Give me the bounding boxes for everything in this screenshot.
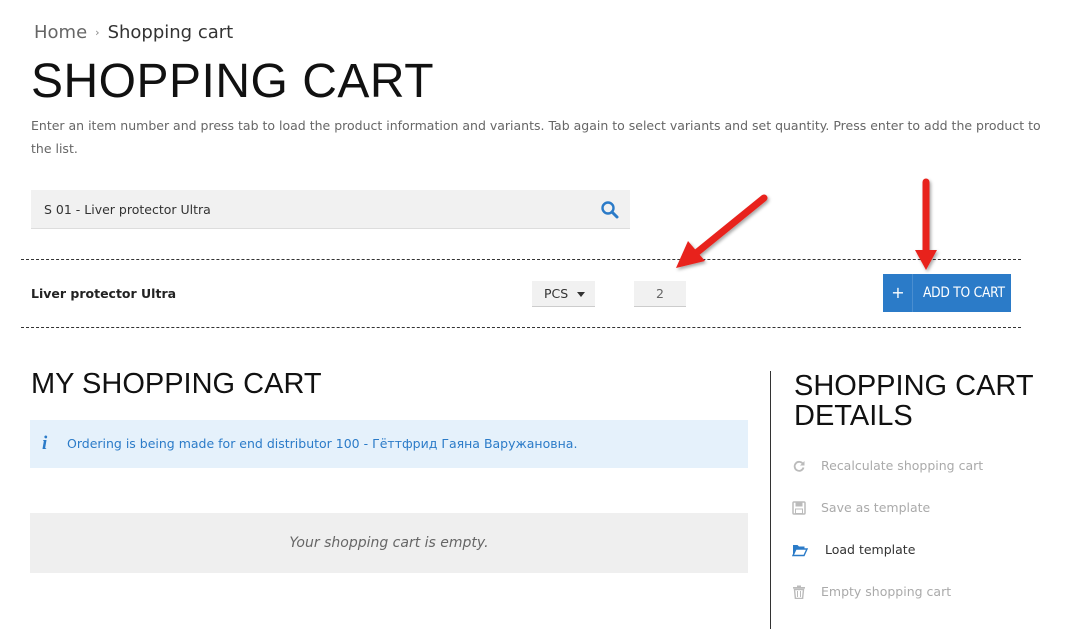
empty-cart-text: Your shopping cart is empty. (289, 535, 489, 551)
refresh-icon (793, 460, 805, 472)
breadcrumb-separator-icon: › (95, 26, 100, 39)
breadcrumb-current: Shopping cart (107, 22, 234, 43)
cart-details-title: SHOPPING CART DETAILS (794, 370, 1034, 432)
unit-select-value: PCS (544, 286, 569, 301)
plus-icon: + (891, 283, 905, 302)
add-to-cart-label: ADD TO CART (923, 285, 1005, 301)
load-template-label: Load template (825, 542, 916, 557)
breadcrumb: Home › Shopping cart (34, 22, 233, 43)
row-divider-top (21, 259, 1021, 260)
instructions-text: Enter an item number and press tab to lo… (31, 118, 1041, 156)
folder-open-icon (792, 545, 808, 557)
caret-down-icon (577, 292, 585, 297)
empty-cart-label: Empty shopping cart (821, 584, 952, 599)
info-icon: i (42, 433, 48, 454)
trash-icon (793, 585, 805, 599)
row-divider-bottom (21, 327, 1021, 328)
empty-cart-box: Your shopping cart is empty. (30, 513, 748, 573)
breadcrumb-home-link[interactable]: Home (34, 22, 87, 43)
info-message: i Ordering is being made for end distrib… (30, 420, 748, 468)
product-name: Liver protector Ultra (31, 286, 177, 301)
info-message-text: Ordering is being made for end distribut… (67, 436, 578, 451)
save-icon (792, 501, 806, 515)
unit-select[interactable]: PCS (532, 281, 595, 307)
arrow-to-quantity-icon (676, 194, 768, 268)
page-title: SHOPPING CART (31, 55, 435, 108)
add-to-cart-button[interactable]: + ADD TO CART (883, 274, 1011, 312)
my-cart-title: MY SHOPPING CART (31, 368, 322, 400)
arrow-to-add-button-icon (915, 178, 937, 270)
save-template-label: Save as template (821, 500, 931, 515)
recalculate-cart-label: Recalculate shopping cart (821, 458, 984, 473)
button-divider (912, 274, 913, 312)
search-icon[interactable] (600, 200, 620, 220)
quantity-input[interactable] (634, 281, 686, 307)
product-search-input[interactable] (31, 190, 591, 229)
product-search-box (31, 190, 630, 229)
column-divider (770, 371, 771, 629)
